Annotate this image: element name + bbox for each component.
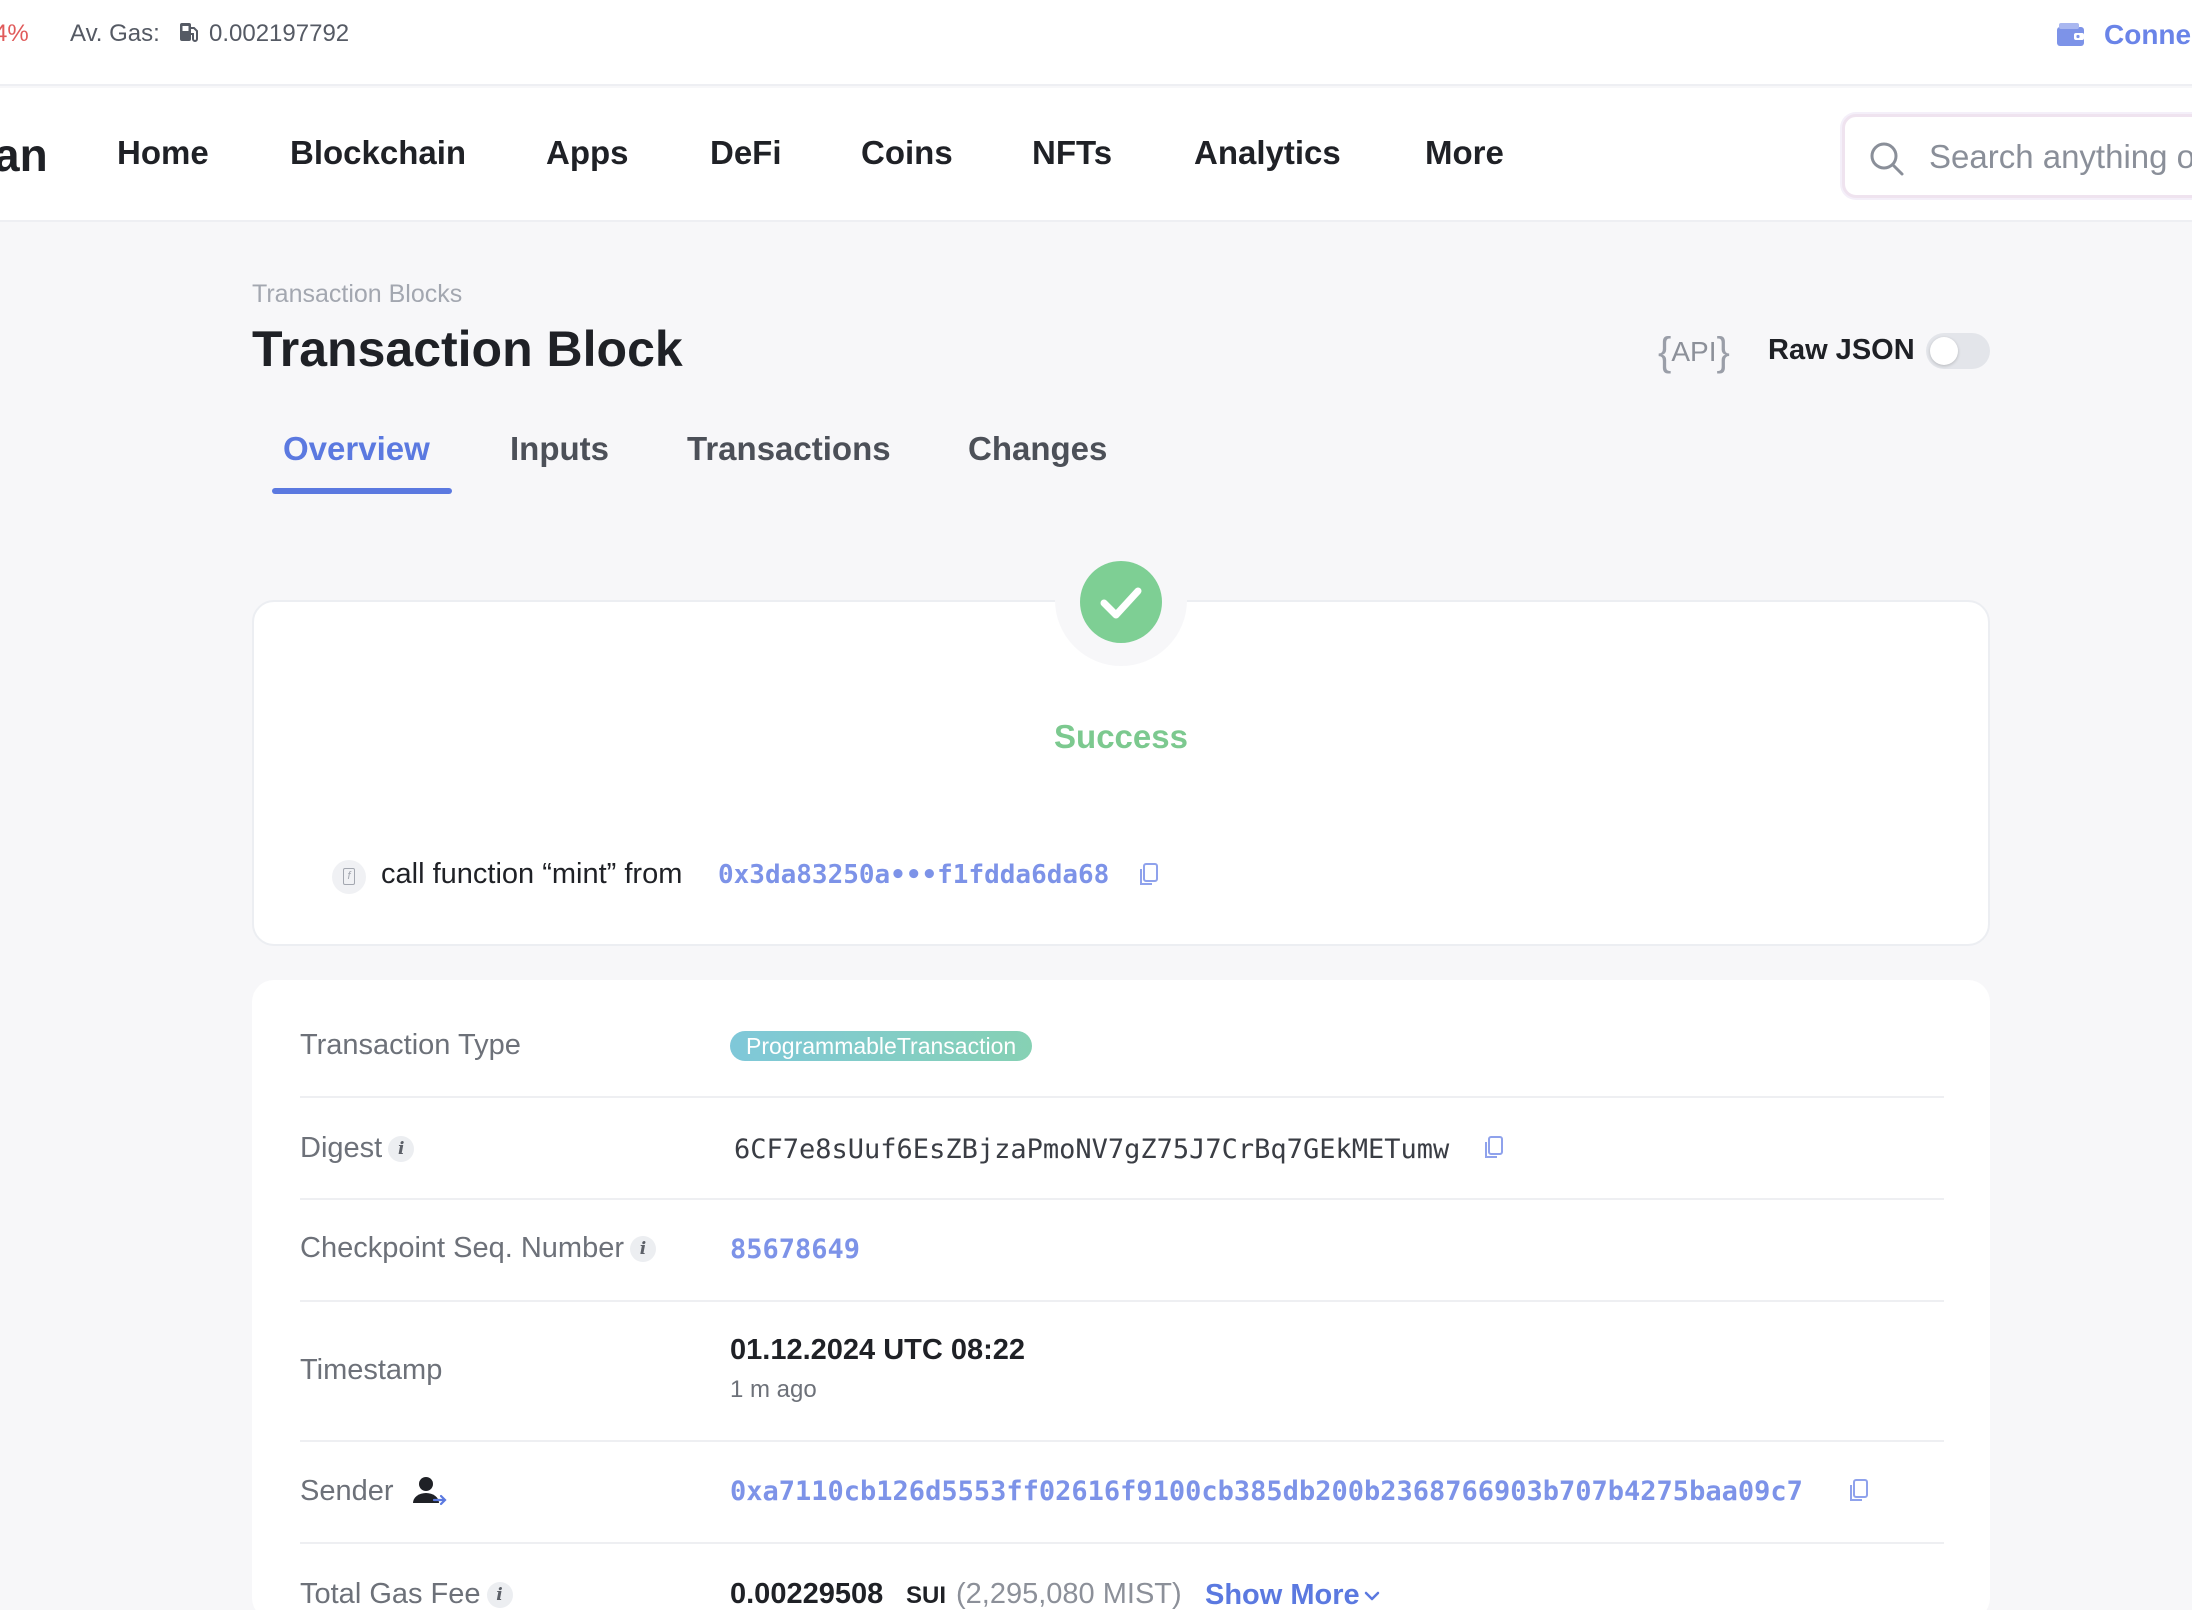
gas-fee-label: Total Gas Fee: [300, 1578, 481, 1610]
active-tab-indicator: [272, 488, 452, 494]
gas-fee-value: 0.00229508: [730, 1578, 884, 1610]
copy-icon[interactable]: [1847, 1478, 1869, 1504]
success-status-circle: [1080, 561, 1162, 643]
connect-wallet-button[interactable]: Connect: [2104, 19, 2192, 51]
gas-fee-mist: (2,295,080 MIST): [956, 1578, 1182, 1610]
status-text: Success: [1054, 718, 1188, 755]
api-button[interactable]: {API}: [1658, 330, 1730, 375]
call-package-address[interactable]: 0x3da83250a•••f1fdda6da68: [718, 860, 1109, 890]
copy-icon[interactable]: [1482, 1135, 1504, 1161]
transaction-type-badge: ProgrammableTransaction: [730, 1031, 1033, 1061]
wallet-icon: [2057, 23, 2084, 46]
row-divider: [300, 1542, 1944, 1544]
page-title: Transaction Block: [252, 321, 683, 377]
call-function-text: call function “mint” from: [381, 858, 683, 890]
info-icon[interactable]: i: [388, 1136, 415, 1163]
transaction-type-label: Transaction Type: [300, 1029, 521, 1061]
gas-fee-label-row: Total Gas Fee i: [300, 1578, 513, 1610]
info-icon[interactable]: i: [486, 1582, 513, 1609]
row-divider: [300, 1440, 1944, 1442]
nav-item-defi[interactable]: DeFi: [710, 134, 782, 172]
brace-close-icon: }: [1716, 330, 1730, 374]
nav-item-home[interactable]: Home: [117, 134, 209, 172]
nav-item-more[interactable]: More: [1425, 134, 1504, 172]
digest-label-row: Digest i: [300, 1132, 415, 1165]
api-label: API: [1671, 336, 1717, 367]
search-box[interactable]: [1842, 114, 2192, 198]
raw-json-toggle[interactable]: [1926, 333, 1990, 369]
top-stats-bar: 4% Av. Gas: 0.002197792 Connect: [0, 0, 2192, 86]
nav-item-coins[interactable]: Coins: [861, 134, 953, 172]
chevron-down-icon[interactable]: [1362, 1586, 1382, 1606]
gas-value: 0.002197792: [209, 20, 350, 47]
function-icon: f: [332, 860, 366, 894]
gas-pump-icon: [180, 23, 198, 42]
info-icon[interactable]: i: [630, 1236, 656, 1263]
search-icon: [1870, 142, 1904, 176]
checkpoint-label-row: Checkpoint Seq. Number i: [300, 1232, 656, 1265]
gas-fee-unit: SUI: [906, 1582, 947, 1609]
timestamp-relative: 1 m ago: [730, 1376, 817, 1403]
sender-label: Sender: [300, 1475, 394, 1507]
nav-item-nfts[interactable]: NFTs: [1032, 134, 1112, 172]
sender-address-link[interactable]: 0xa7110cb126d5553ff02616f9100cb385db200b…: [730, 1476, 1803, 1507]
timestamp-label: Timestamp: [300, 1354, 443, 1386]
checkmark-icon: [1100, 587, 1142, 619]
price-change: 4%: [0, 20, 29, 47]
row-divider: [300, 1300, 1944, 1302]
nav-item-analytics[interactable]: Analytics: [1194, 134, 1341, 172]
row-divider: [300, 1096, 1944, 1098]
tab-inputs[interactable]: Inputs: [510, 430, 609, 468]
row-divider: [300, 1198, 1944, 1200]
nav-item-blockchain[interactable]: Blockchain: [290, 134, 466, 172]
checkpoint-label: Checkpoint Seq. Number: [300, 1232, 624, 1264]
sender-user-icon: [413, 1477, 447, 1506]
digest-value: 6CF7e8sUuf6EsZBjzaPmoNV7gZ75J7CrBq7GEkME…: [734, 1134, 1450, 1165]
raw-json-label: Raw JSON: [1768, 334, 1915, 366]
details-card: [252, 980, 1990, 1610]
checkpoint-link[interactable]: 85678649: [730, 1234, 860, 1265]
toggle-knob: [1930, 337, 1958, 365]
tab-changes[interactable]: Changes: [968, 430, 1107, 468]
timestamp-value: 01.12.2024 UTC 08:22: [730, 1334, 1026, 1366]
main-navbar: an Home Blockchain Apps DeFi Coins NFTs …: [0, 88, 2192, 222]
show-more-button[interactable]: Show More: [1205, 1579, 1360, 1610]
nav-item-apps[interactable]: Apps: [546, 134, 629, 172]
gas-label: Av. Gas:: [70, 20, 160, 47]
digest-label: Digest: [300, 1132, 383, 1164]
tab-transactions[interactable]: Transactions: [687, 430, 891, 468]
tab-overview[interactable]: Overview: [283, 430, 430, 468]
brace-open-icon: {: [1658, 330, 1672, 374]
breadcrumb[interactable]: Transaction Blocks: [252, 280, 462, 309]
logo[interactable]: an: [0, 128, 48, 182]
copy-icon[interactable]: [1137, 862, 1159, 888]
search-input[interactable]: [1929, 135, 2192, 179]
